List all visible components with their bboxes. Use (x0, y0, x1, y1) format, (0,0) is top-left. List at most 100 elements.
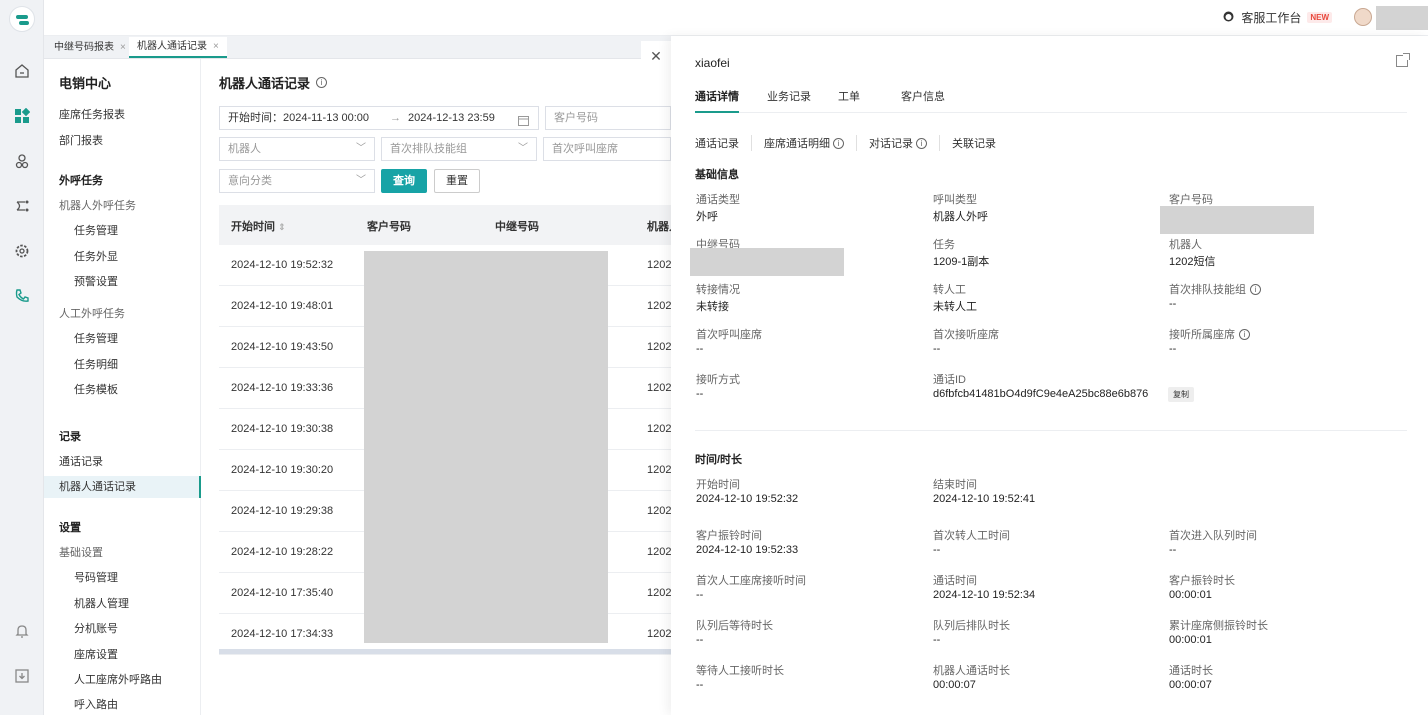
sidebar-item-robot-management[interactable]: 机器人管理 (44, 593, 201, 615)
sidebar-item-task-management[interactable]: 任务管理 (44, 220, 201, 242)
table-header: 开始时间 ⇕ 客户号码 中继号码 机器人 (219, 205, 680, 245)
sidebar-item-extension-accounts[interactable]: 分机账号 (44, 618, 201, 640)
cell-start-time: 2024-12-10 19:30:38 (231, 423, 334, 435)
field-value: -- (696, 343, 704, 355)
intent-select[interactable]: 意向分类 ﹀ (219, 169, 375, 193)
date-start[interactable]: 2024-11-13 00:00 (283, 107, 369, 129)
sidebar-item-number-management[interactable]: 号码管理 (44, 567, 201, 589)
cell-start-time: 2024-12-10 19:29:38 (231, 505, 334, 517)
phone-icon[interactable] (13, 287, 31, 305)
home-icon[interactable] (13, 62, 31, 80)
field-label-text: 机器人 (1169, 239, 1202, 251)
sidebar-group-robot-outbound[interactable]: 机器人外呼任务 (44, 195, 201, 217)
section-divider (695, 430, 1407, 431)
download-icon[interactable] (13, 667, 31, 685)
contacts-icon[interactable] (13, 152, 31, 170)
settings-icon[interactable] (13, 242, 31, 260)
subtab-call-record[interactable]: 通话记录 (695, 135, 752, 151)
bell-icon[interactable] (13, 622, 31, 640)
info-icon[interactable]: i (1250, 283, 1261, 295)
sidebar-item-call-records[interactable]: 通话记录 (44, 451, 201, 473)
sidebar-item-task-details[interactable]: 任务明细 (44, 354, 201, 376)
cell-robot: 1202 (647, 464, 672, 476)
first-seat-select[interactable]: 首次呼叫座席 (543, 137, 671, 161)
close-drawer-button[interactable]: ✕ (641, 41, 671, 71)
sidebar-group-basic-settings[interactable]: 基础设置 (44, 542, 201, 564)
skill-group-select[interactable]: 首次排队技能组 ﹀ (381, 137, 537, 161)
trunk-number-redacted (690, 248, 844, 276)
info-icon[interactable]: i (916, 137, 927, 149)
external-link-icon[interactable] (1396, 53, 1410, 67)
field-label: 任务 (933, 236, 955, 252)
field-value: 1202短信 (1169, 256, 1216, 268)
tab-tickets[interactable]: 工单 (838, 88, 860, 113)
subtab-seat-call-details[interactable]: 座席通话明细 i (764, 135, 857, 151)
time-label: 队列后排队时长 (933, 620, 1010, 632)
tab-business-records[interactable]: 业务记录 (767, 88, 811, 113)
query-button[interactable]: 查询 (381, 169, 427, 193)
routing-icon[interactable] (13, 197, 31, 215)
time-label: 首次进入队列时间 (1169, 530, 1257, 542)
close-icon[interactable]: × (120, 37, 126, 58)
sidebar-item-task-management-2[interactable]: 任务管理 (44, 328, 201, 350)
cell-robot: 1202 (647, 423, 672, 435)
sidebar-item-alert-settings[interactable]: 预警设置 (44, 271, 201, 293)
cell-robot: 1202 (647, 382, 672, 394)
info-icon[interactable]: i (1239, 328, 1250, 340)
dashboard-icon[interactable] (13, 107, 31, 125)
subtab-dialogue-record[interactable]: 对话记录 i (869, 135, 940, 151)
cell-start-time: 2024-12-10 19:33:36 (231, 382, 334, 394)
sidebar-item-seat-task-report[interactable]: 座席任务报表 (44, 104, 201, 126)
time-label: 机器人通话时长 (933, 665, 1010, 677)
user-name-redacted[interactable] (1376, 6, 1428, 30)
new-badge: NEW (1307, 12, 1332, 23)
tab-robot-call-records[interactable]: 机器人通话记录 × (129, 37, 227, 58)
info-icon[interactable]: i (316, 77, 328, 88)
tab-label: 机器人通话记录 (137, 41, 207, 52)
cell-robot: 1202 (647, 546, 672, 558)
field-label-text: 转人工 (933, 284, 966, 296)
sidebar-item-task-templates[interactable]: 任务模板 (44, 379, 201, 401)
info-icon[interactable]: i (833, 137, 844, 149)
col-start-time-label: 开始时间 (231, 221, 275, 233)
field-value: d6fbfcb41481bO4d9fC9e4eA25bc88e6b876 (933, 388, 1149, 400)
sidebar-item-seat-settings[interactable]: 座席设置 (44, 644, 201, 666)
sort-icon[interactable]: ⇕ (278, 222, 286, 232)
avatar[interactable] (1354, 8, 1372, 26)
subtab-label: 关联记录 (952, 138, 996, 150)
sidebar-item-task-display[interactable]: 任务外显 (44, 246, 201, 268)
customer-number-input[interactable]: 客户号码 (545, 106, 671, 130)
field-label-text: 客户号码 (1169, 194, 1213, 206)
calendar-icon[interactable] (518, 112, 529, 134)
time-label: 客户振铃时长 (1169, 575, 1235, 587)
reset-button[interactable]: 重置 (434, 169, 480, 193)
horizontal-scrollbar[interactable] (219, 649, 671, 654)
sidebar-group-manual-outbound[interactable]: 人工外呼任务 (44, 303, 201, 325)
field-label: 呼叫类型 (933, 191, 977, 207)
cell-robot: 1202 (647, 505, 672, 517)
time-value: 2024-12-10 19:52:33 (696, 544, 799, 556)
robot-select[interactable]: 机器人 ﹀ (219, 137, 375, 161)
chevron-down-icon: ﹀ (518, 143, 528, 154)
time-value: -- (933, 634, 941, 646)
close-icon[interactable]: × (213, 36, 219, 57)
subtab-linked-records[interactable]: 关联记录 (952, 135, 1008, 151)
cell-robot: 1202 (647, 300, 672, 312)
time-value: 00:00:01 (1169, 634, 1212, 646)
tab-trunk-report[interactable]: 中继号码报表 × (46, 37, 134, 58)
date-end[interactable]: 2024-12-13 23:59 (408, 107, 495, 129)
sidebar-item-dept-report[interactable]: 部门报表 (44, 130, 201, 152)
app-logo[interactable] (9, 6, 35, 32)
sidebar-item-manual-outbound-routing[interactable]: 人工座席外呼路由 (44, 669, 201, 691)
col-start-time[interactable]: 开始时间 ⇕ (231, 218, 286, 234)
sidebar-item-inbound-routing[interactable]: 呼入路由 (44, 694, 201, 715)
date-range-picker[interactable]: 开始时间： 2024-11-13 00:00 → 2024-12-13 23:5… (219, 106, 539, 130)
field-label: 首次排队技能组 i (1169, 281, 1261, 297)
workspace-link[interactable]: 客服工作台 NEW (1222, 9, 1332, 26)
time-label: 通话时间 (933, 575, 977, 587)
sidebar-item-robot-call-records[interactable]: 机器人通话记录 (44, 476, 201, 498)
tab-call-details[interactable]: 通话详情 (695, 88, 739, 113)
tab-customer-info[interactable]: 客户信息 (901, 88, 945, 113)
redacted-numbers (364, 251, 608, 643)
copy-button[interactable]: 复制 (1168, 387, 1194, 402)
